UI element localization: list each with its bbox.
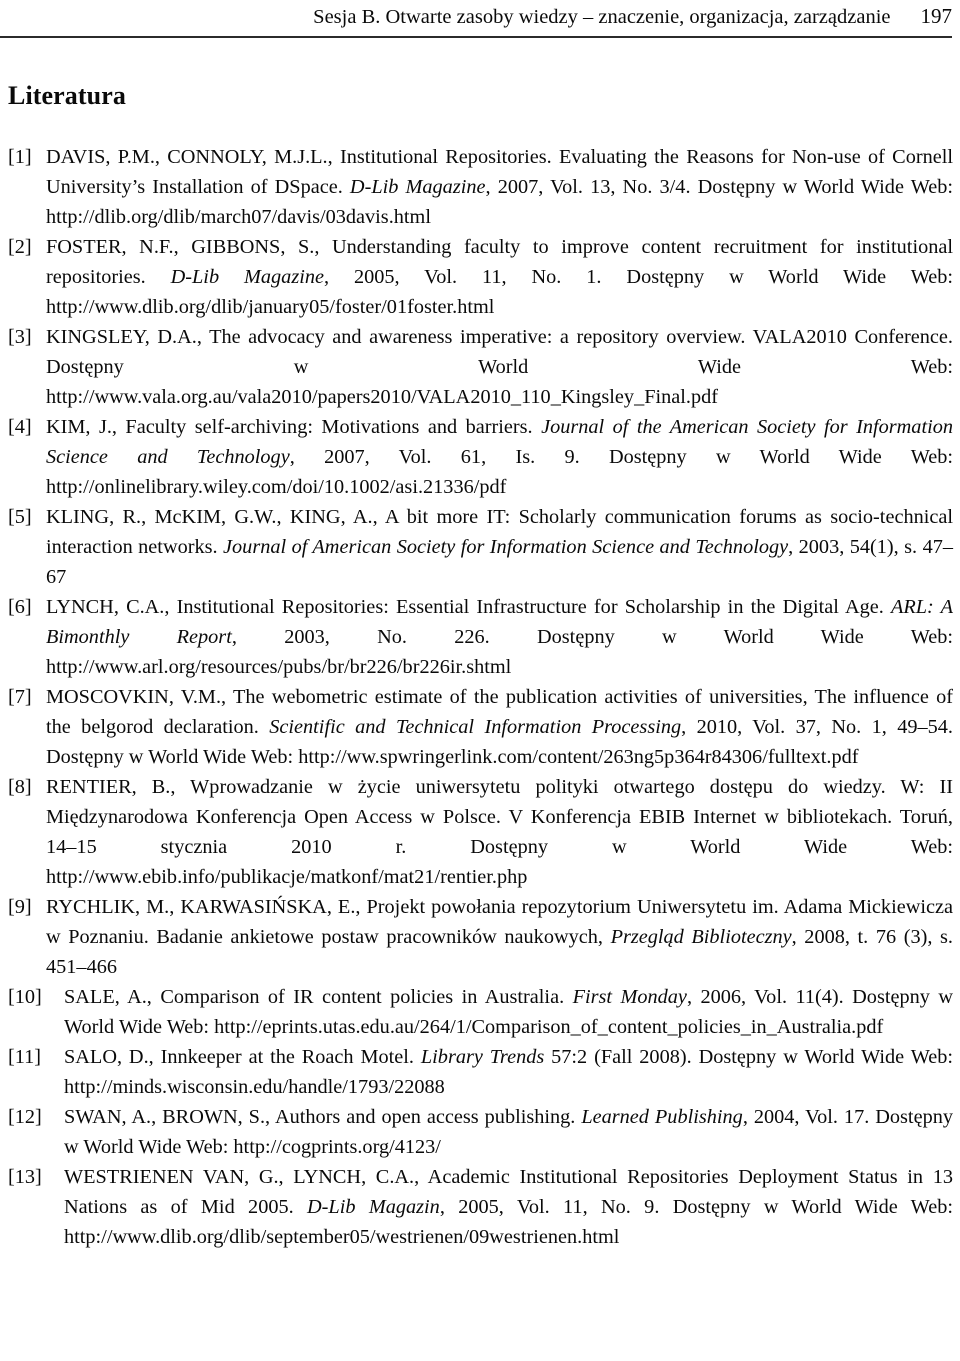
reference-marker: [13] — [8, 1166, 42, 1188]
running-header-title: Sesja B. Otwarte zasoby wiedzy – znaczen… — [313, 6, 891, 28]
reference-text: KLING, R., McKIM, G.W., KING, A., A bit … — [46, 506, 953, 588]
reference-marker: [2] — [8, 236, 32, 258]
running-header: Sesja B. Otwarte zasoby wiedzy – znaczen… — [0, 0, 952, 28]
reference-entry: [6] LYNCH, C.A., Institutional Repositori… — [8, 592, 953, 682]
reference-text: MOSCOVKIN, V.M., The webometric estimate… — [46, 686, 953, 768]
reference-entry: [4] KIM, J., Faculty self-archiving: Moti… — [8, 412, 953, 502]
reference-text: RYCHLIK, M., KARWASIŃSKA, E., Projekt po… — [46, 896, 953, 978]
reference-text: FOSTER, N.F., GIBBONS, S., Understanding… — [46, 236, 953, 318]
reference-entry: [9] RYCHLIK, M., KARWASIŃSKA, E., Projekt… — [8, 892, 953, 982]
reference-entry: [11] SALO, D., Innkeeper at the Roach Mot… — [8, 1042, 953, 1102]
reference-entry: [10] SALE, A., Comparison of IR content p… — [8, 982, 953, 1042]
reference-text: RENTIER, B., Wprowadzanie w życie uniwer… — [46, 776, 953, 888]
reference-entry: [13] WESTRIENEN VAN, G., LYNCH, C.A., Aca… — [8, 1162, 953, 1252]
reference-text: LYNCH, C.A., Institutional Repositories:… — [46, 596, 953, 678]
reference-marker: [1] — [8, 146, 32, 168]
reference-text: WESTRIENEN VAN, G., LYNCH, C.A., Academi… — [64, 1166, 953, 1248]
page-number: 197 — [920, 4, 953, 28]
reference-marker: [5] — [8, 506, 32, 528]
reference-entry: [3] KINGSLEY, D.A., The advocacy and awar… — [8, 322, 953, 412]
reference-text: KINGSLEY, D.A., The advocacy and awarene… — [46, 326, 953, 408]
reference-marker: [7] — [8, 686, 32, 708]
reference-entry: [8] RENTIER, B., Wprowadzanie w życie uni… — [8, 772, 953, 892]
reference-marker: [10] — [8, 986, 42, 1008]
reference-text: DAVIS, P.M., CONNOLY, M.J.L., Institutio… — [46, 146, 953, 228]
reference-marker: [8] — [8, 776, 32, 798]
reference-marker: [12] — [8, 1106, 42, 1128]
reference-marker: [6] — [8, 596, 32, 618]
reference-text: KIM, J., Faculty self-archiving: Motivat… — [46, 416, 953, 498]
reference-marker: [9] — [8, 896, 32, 918]
reference-list: [1] DAVIS, P.M., CONNOLY, M.J.L., Institu… — [8, 142, 953, 1252]
document-page: Sesja B. Otwarte zasoby wiedzy – znaczen… — [0, 0, 960, 1361]
reference-marker: [4] — [8, 416, 32, 438]
reference-text: SALO, D., Innkeeper at the Roach Motel. … — [64, 1046, 954, 1098]
reference-entry: [12] SWAN, A., BROWN, S., Authors and ope… — [8, 1102, 953, 1162]
reference-text: SWAN, A., BROWN, S., Authors and open ac… — [64, 1106, 953, 1158]
reference-entry: [5] KLING, R., McKIM, G.W., KING, A., A b… — [8, 502, 953, 592]
reference-entry: [7] MOSCOVKIN, V.M., The webometric estim… — [8, 682, 953, 772]
page-title: Literatura — [8, 81, 126, 110]
reference-marker: [11] — [8, 1046, 42, 1068]
reference-text: SALE, A., Comparison of IR content polic… — [64, 986, 953, 1038]
header-rule — [0, 36, 952, 38]
reference-entry: [2] FOSTER, N.F., GIBBONS, S., Understand… — [8, 232, 953, 322]
reference-entry: [1] DAVIS, P.M., CONNOLY, M.J.L., Institu… — [8, 142, 953, 232]
reference-marker: [3] — [8, 326, 32, 348]
